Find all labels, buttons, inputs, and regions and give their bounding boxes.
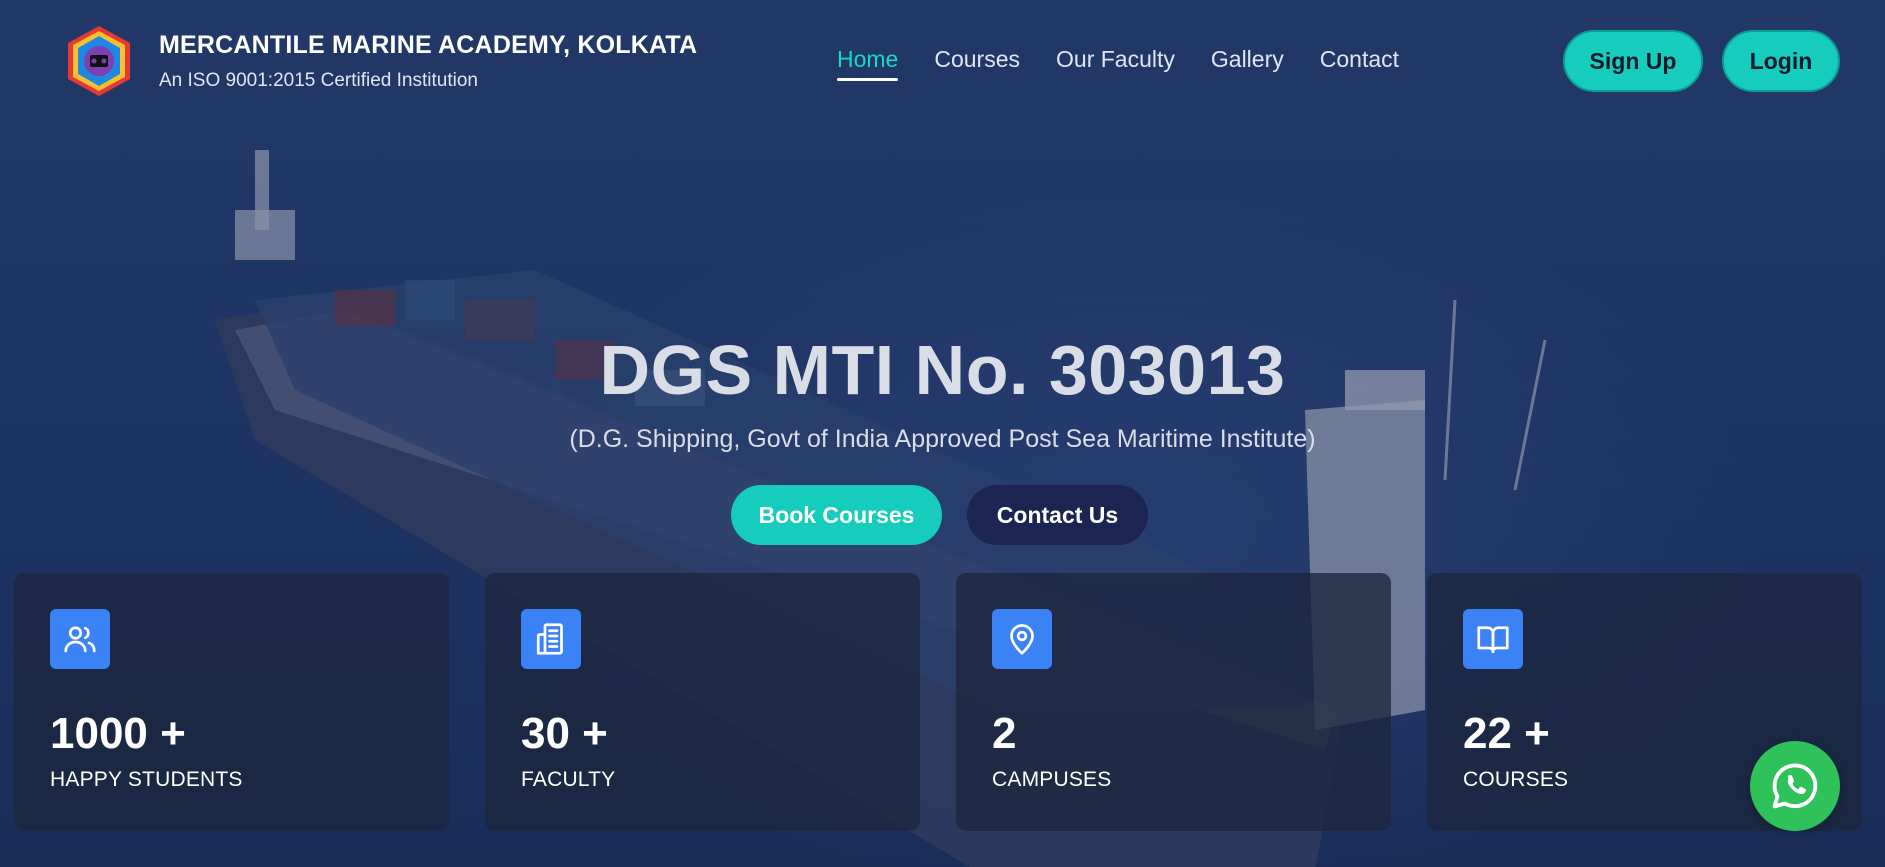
site-header: MERCANTILE MARINE ACADEMY, KOLKATA An IS…	[0, 0, 1885, 124]
whatsapp-icon	[1772, 763, 1818, 809]
stat-label: HAPPY STUDENTS	[50, 768, 243, 791]
academy-logo-icon	[68, 26, 130, 96]
nav-item-home[interactable]: Home	[837, 46, 899, 81]
book-courses-button[interactable]: Book Courses	[731, 485, 942, 545]
stat-label: COURSES	[1463, 768, 1569, 791]
main-nav: Home Courses Our Faculty Gallery Contact	[837, 46, 1399, 81]
sign-up-button[interactable]: Sign Up	[1563, 30, 1703, 92]
stat-value: 2	[992, 709, 1017, 758]
building-icon	[521, 609, 581, 669]
stat-card-students: 1000 + HAPPY STUDENTS	[14, 573, 449, 831]
hero-title: DGS MTI No. 303013	[599, 331, 1286, 409]
nav-item-our-faculty[interactable]: Our Faculty	[1056, 46, 1175, 81]
contact-us-button[interactable]: Contact Us	[967, 485, 1148, 545]
whatsapp-button[interactable]	[1750, 741, 1840, 831]
stat-label: CAMPUSES	[992, 768, 1112, 791]
stats-section: 1000 + HAPPY STUDENTS 30 + FACULTY 2 CAM…	[14, 573, 1864, 831]
hero-subtitle: (D.G. Shipping, Govt of India Approved P…	[569, 425, 1316, 453]
academy-logo[interactable]	[62, 24, 136, 98]
stat-card-campuses: 2 CAMPUSES	[956, 573, 1391, 831]
brand-subtitle: An ISO 9001:2015 Certified Institution	[159, 70, 478, 91]
nav-item-contact[interactable]: Contact	[1320, 46, 1399, 81]
stat-label: FACULTY	[521, 768, 616, 791]
login-button[interactable]: Login	[1722, 30, 1840, 92]
map-pin-icon	[992, 609, 1052, 669]
stat-value: 1000 +	[50, 709, 186, 758]
book-open-icon	[1463, 609, 1523, 669]
users-icon	[50, 609, 110, 669]
stat-value: 22 +	[1463, 709, 1550, 758]
stat-card-faculty: 30 + FACULTY	[485, 573, 920, 831]
stat-value: 30 +	[521, 709, 608, 758]
nav-item-gallery[interactable]: Gallery	[1211, 46, 1284, 81]
brand-title: MERCANTILE MARINE ACADEMY, KOLKATA	[159, 31, 698, 59]
nav-item-courses[interactable]: Courses	[934, 46, 1020, 81]
